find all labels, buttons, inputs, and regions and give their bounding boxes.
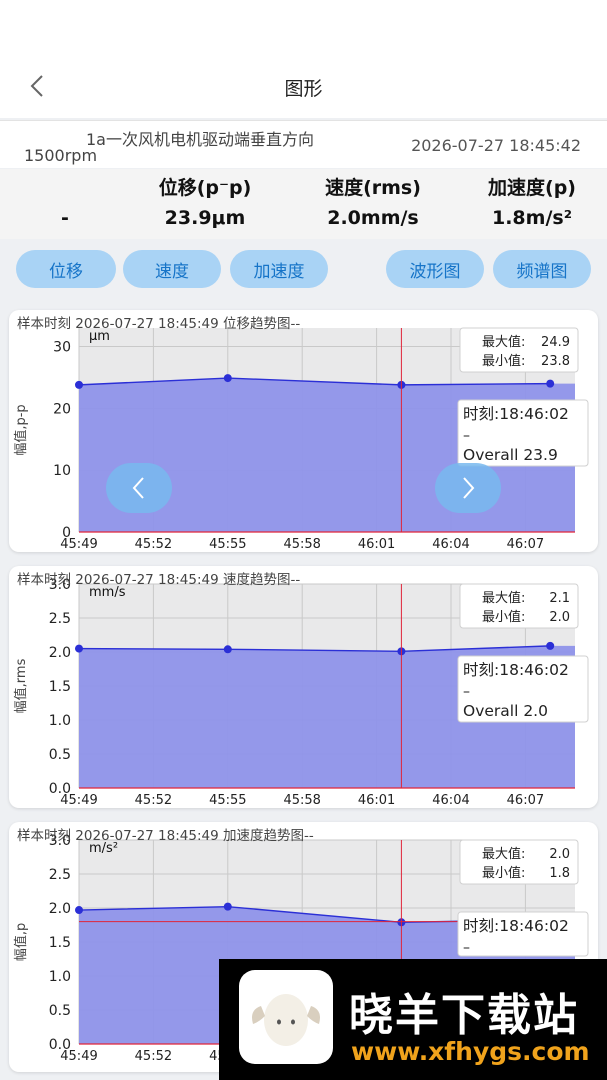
x-tick-label: 46:01: [358, 793, 395, 808]
tooltip-dash: –: [463, 684, 470, 700]
tooltip-time: 时刻:18:46:02: [463, 917, 569, 935]
x-tick-label: 46:04: [432, 793, 469, 808]
x-tick-label: 46:07: [507, 793, 544, 808]
x-tick-label: 45:52: [135, 793, 172, 808]
ad-title: 晓羊下载站: [349, 990, 579, 1041]
y-tick-label: 2.0: [49, 645, 71, 661]
x-tick-label: 45:58: [283, 537, 320, 552]
x-tick-label: 45:58: [283, 793, 320, 808]
metric-velocity-value: 2.0mm/s: [327, 207, 419, 229]
x-tick-label: 45:52: [135, 1049, 172, 1064]
y-axis-label: 幅值,p: [13, 923, 29, 961]
data-point: [223, 374, 232, 383]
metrics-summary: 位移(p⁻p) 速度(rms) 加速度(p) - 23.9μm 2.0mm/s …: [0, 169, 607, 239]
max-label: 最大值:: [482, 846, 525, 862]
metric-acceleration-label: 加速度(p): [488, 177, 576, 199]
device-speed: 1500rpm: [24, 146, 98, 165]
y-tick-label: 1.0: [49, 969, 71, 985]
chart-caption: 样本时刻 2026-07-27 18:45:49 加速度趋势图--: [17, 828, 314, 844]
min-label: 最小值:: [482, 609, 525, 625]
device-info-bar: 1a一次风机电机驱动端垂直方向 1500rpm 2026-07-27 18:45…: [0, 120, 607, 168]
max-value: 2.0: [549, 847, 570, 862]
next-button[interactable]: [435, 463, 501, 513]
x-tick-label: 46:01: [358, 537, 395, 552]
y-tick-label: 1.0: [49, 713, 71, 729]
x-tick-label: 45:49: [60, 537, 97, 552]
x-tick-label: 45:55: [209, 537, 246, 552]
max-value: 24.9: [541, 335, 570, 350]
previous-button[interactable]: [106, 463, 172, 513]
min-label: 最小值:: [482, 865, 525, 881]
page-title: 图形: [284, 78, 323, 100]
data-point: [223, 902, 232, 911]
device-name: 1a一次风机电机驱动端垂直方向: [86, 130, 314, 149]
tooltip-overall: Overall 2.0: [463, 702, 548, 720]
y-tick-label: 20: [53, 401, 71, 417]
sheep-logo-icon: [239, 970, 333, 1064]
y-tick-label: 2.5: [49, 867, 71, 883]
velocity-trend-chart[interactable]: 0.00.51.01.52.02.53.045:49 45:52 45:55 45:5…: [9, 566, 598, 808]
spectrum-button[interactable]: 频谱图: [493, 250, 591, 288]
y-tick-label: 0.5: [49, 747, 71, 763]
tooltip-overall: Overall 23.9: [463, 446, 558, 464]
data-point: [546, 379, 555, 388]
metric-acceleration-value: 1.8m/s²: [491, 207, 573, 229]
y-tick-label: 2.0: [49, 901, 71, 917]
tooltip-time: 时刻:18:46:02: [463, 405, 569, 423]
metric-displacement-value: 23.9μm: [164, 207, 246, 229]
chart-caption: 样本时刻 2026-07-27 18:45:49 位移趋势图--: [17, 316, 301, 332]
displacement-trend-card: 0 10 20 30 45:49 45:52 45:55 45:58 46:01 46:04 46:…: [9, 310, 598, 552]
y-tick-label: 1.5: [49, 935, 71, 951]
min-value: 2.0: [549, 610, 570, 625]
metric-displacement-label: 位移(p⁻p): [158, 177, 252, 199]
data-point: [75, 906, 83, 915]
x-tick-label: 45:52: [135, 537, 172, 552]
y-axis-label: 幅值,p-p: [13, 404, 29, 455]
max-value: 2.1: [549, 591, 570, 606]
tooltip-dash: –: [463, 940, 470, 956]
displacement-button[interactable]: 位移: [16, 250, 116, 288]
min-label: 最小值:: [482, 353, 525, 369]
min-value: 23.8: [541, 354, 570, 369]
tooltip-time: 时刻:18:46:02: [463, 661, 569, 679]
displacement-trend-chart[interactable]: 010203045:49 45:52 45:55 45:58 46:01 46:04 46:…: [9, 310, 598, 552]
acceleration-button[interactable]: 加速度: [230, 250, 328, 288]
data-point: [75, 380, 83, 389]
metric-extra-value: -: [61, 207, 69, 229]
device-timestamp: 2026-07-27 18:45:42: [411, 136, 581, 155]
y-tick-label: 1.5: [49, 679, 71, 695]
velocity-button[interactable]: 速度: [123, 250, 221, 288]
x-tick-label: 46:07: [507, 537, 544, 552]
data-point: [75, 644, 83, 653]
y-axis-label: 幅值,rms: [13, 658, 29, 713]
y-tick-label: 30: [53, 340, 71, 356]
chart-caption: 样本时刻 2026-07-27 18:45:49 速度趋势图--: [17, 572, 301, 588]
top-bar: 图形: [0, 0, 607, 118]
velocity-trend-card: 0.0 0.5 1.0 1.5 2.0 2.5 3.0 45:49 45:52 45:55 45:5…: [9, 566, 598, 808]
data-point: [546, 641, 555, 650]
ad-url: www.xfhygs.com: [351, 1037, 590, 1066]
x-tick-label: 46:04: [432, 537, 469, 552]
y-tick-label: 0.5: [49, 1003, 71, 1019]
max-label: 最大值:: [482, 334, 525, 350]
tooltip-dash: –: [463, 428, 470, 444]
y-tick-label: 2.5: [49, 611, 71, 627]
chevron-left-icon: [132, 477, 144, 499]
data-point: [223, 645, 232, 654]
max-label: 最大值:: [482, 590, 525, 606]
y-tick-label: 10: [53, 463, 71, 479]
ad-banner[interactable]: 晓羊下载站 www.xfhygs.com: [219, 959, 607, 1080]
min-value: 1.8: [549, 866, 570, 881]
metric-velocity-label: 速度(rms): [325, 177, 421, 199]
chevron-right-icon: [463, 477, 475, 499]
x-tick-label: 45:49: [60, 793, 97, 808]
x-tick-label: 45:55: [209, 793, 246, 808]
waveform-button[interactable]: 波形图: [386, 250, 484, 288]
x-tick-label: 45:49: [60, 1049, 97, 1064]
